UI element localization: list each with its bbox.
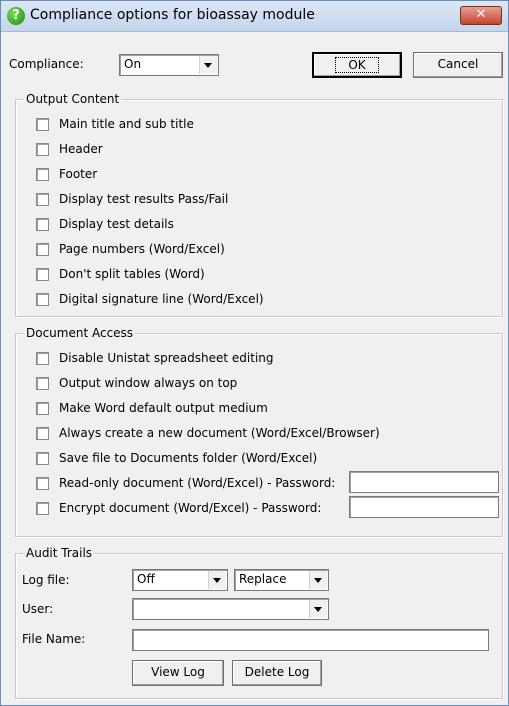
checkbox-label: Footer <box>59 167 98 181</box>
checkbox[interactable] <box>36 268 49 281</box>
log-file-select[interactable]: Off <box>132 569 228 591</box>
ok-button[interactable]: OK <box>312 52 402 78</box>
view-log-button[interactable]: View Log <box>132 660 224 686</box>
checkbox[interactable] <box>36 352 49 365</box>
output-content-title: Output Content <box>24 92 122 106</box>
chevron-down-icon <box>309 571 327 589</box>
compliance-select[interactable]: On <box>119 54 219 76</box>
chevron-down-icon <box>208 571 226 589</box>
chevron-down-icon <box>199 56 217 74</box>
checkbox[interactable] <box>36 118 49 131</box>
checkbox[interactable] <box>36 243 49 256</box>
checkbox-label: Output window always on top <box>59 376 238 390</box>
log-file-select-value: Off <box>137 572 155 586</box>
user-select[interactable] <box>132 598 329 620</box>
chevron-down-icon <box>309 600 327 618</box>
checkbox[interactable] <box>36 143 49 156</box>
ok-button-label: OK <box>335 57 379 73</box>
checkbox-label: Display test details <box>59 217 174 231</box>
cancel-button-label: Cancel <box>437 57 479 71</box>
cancel-button[interactable]: Cancel <box>413 52 503 78</box>
window-title: Compliance options for bioassay module <box>30 7 315 23</box>
checkbox[interactable] <box>36 377 49 390</box>
file-name-input[interactable] <box>132 629 489 651</box>
checkbox-label: Main title and sub title <box>59 117 194 131</box>
checkbox[interactable] <box>36 452 49 465</box>
checkbox[interactable] <box>36 402 49 415</box>
help-icon: ? <box>7 7 25 25</box>
checkbox-label: Digital signature line (Word/Excel) <box>59 292 264 306</box>
compliance-select-value: On <box>124 57 142 71</box>
checkbox-label: Encrypt document (Word/Excel) - Password… <box>59 501 322 515</box>
checkbox-label: Display test results Pass/Fail <box>59 192 229 206</box>
checkbox[interactable] <box>36 293 49 306</box>
document-access-title: Document Access <box>24 326 136 340</box>
view-log-label: View Log <box>151 665 205 679</box>
checkbox[interactable] <box>36 477 49 490</box>
checkbox-label: Disable Unistat spreadsheet editing <box>59 351 274 365</box>
title-bar[interactable]: ? Compliance options for bioassay module… <box>1 1 508 32</box>
read-only-password-input[interactable] <box>349 471 499 493</box>
compliance-dialog: ? Compliance options for bioassay module… <box>0 0 509 706</box>
log-mode-select[interactable]: Replace <box>234 569 329 591</box>
checkbox-label: Header <box>59 142 103 156</box>
checkbox-label: Read-only document (Word/Excel) - Passwo… <box>59 476 336 490</box>
user-label: User: <box>22 602 54 616</box>
delete-log-label: Delete Log <box>244 665 310 679</box>
checkbox[interactable] <box>36 168 49 181</box>
compliance-label: Compliance: <box>9 57 84 71</box>
close-button[interactable]: ✕ <box>460 6 502 25</box>
checkbox-label: Don't split tables (Word) <box>59 267 205 281</box>
output-content-group: Output Content Main title and sub title … <box>15 92 503 317</box>
audit-trails-title: Audit Trails <box>24 546 95 560</box>
audit-trails-group: Audit Trails Log file: Off Replace User:… <box>15 546 503 699</box>
encrypt-password-input[interactable] <box>349 496 499 518</box>
file-name-label: File Name: <box>22 632 86 646</box>
document-access-group: Document Access Disable Unistat spreadsh… <box>15 326 503 537</box>
checkbox-label: Save file to Documents folder (Word/Exce… <box>59 451 318 465</box>
checkbox[interactable] <box>36 502 49 515</box>
checkbox[interactable] <box>36 427 49 440</box>
log-file-label: Log file: <box>22 573 70 587</box>
checkbox-label: Make Word default output medium <box>59 401 268 415</box>
checkbox[interactable] <box>36 218 49 231</box>
delete-log-button[interactable]: Delete Log <box>232 660 322 686</box>
checkbox-label: Page numbers (Word/Excel) <box>59 242 225 256</box>
log-mode-select-value: Replace <box>239 572 287 586</box>
checkbox-label: Always create a new document (Word/Excel… <box>59 426 380 440</box>
checkbox[interactable] <box>36 193 49 206</box>
